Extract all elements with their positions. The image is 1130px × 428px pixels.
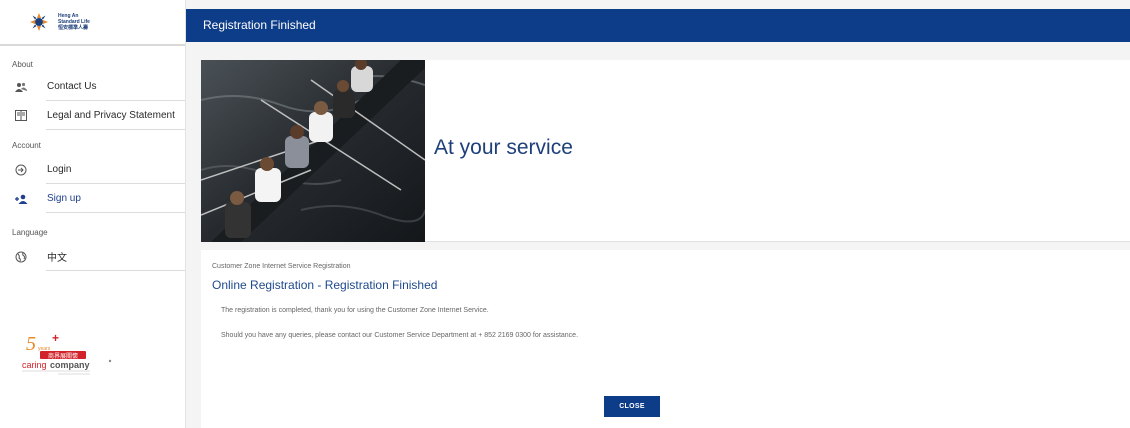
sidebar: Heng An Standard Life 恒安標準人壽 About Conta… — [0, 0, 186, 428]
document-icon — [14, 109, 28, 123]
content-title: Online Registration - Registration Finis… — [212, 278, 438, 292]
svg-text:5: 5 — [26, 333, 36, 355]
breadcrumb: Customer Zone Internet Service Registrat… — [212, 263, 351, 270]
section-label-language: Language — [12, 228, 48, 237]
section-label-account: Account — [12, 141, 41, 150]
sidebar-item-label: Sign up — [47, 193, 81, 204]
sidebar-item-chinese[interactable]: 中文 — [0, 242, 185, 271]
svg-text:+: + — [52, 331, 59, 345]
sidebar-item-label: Login — [47, 164, 72, 175]
badge-cn-text: 商界展關懷 — [48, 352, 78, 360]
close-button[interactable]: CLOSE — [604, 396, 660, 417]
sidebar-item-label: 中文 — [47, 253, 67, 264]
brand-name: Heng An Standard Life 恒安標準人壽 — [58, 13, 90, 31]
add-user-icon — [14, 192, 28, 206]
banner-tagline: At your service — [434, 136, 573, 159]
page-title: Registration Finished — [203, 18, 316, 32]
rowing-team-photo — [201, 60, 425, 242]
sidebar-item-label: Contact Us — [47, 81, 97, 92]
section-label-about: About — [12, 60, 33, 69]
completion-message: The registration is completed, thank you… — [221, 307, 489, 314]
caring-company-logo: 5 years + 商界展關懷 caring company — [18, 328, 118, 376]
globe-icon — [14, 250, 28, 264]
brand-logo[interactable]: Heng An Standard Life 恒安標準人壽 — [0, 0, 185, 46]
divider — [46, 129, 185, 130]
hero-banner: At your service — [201, 60, 1130, 242]
people-icon — [14, 80, 28, 94]
sidebar-item-label: Legal and Privacy Statement — [47, 110, 175, 121]
sidebar-item-legal[interactable]: Legal and Privacy Statement — [0, 101, 185, 130]
login-icon — [14, 163, 28, 177]
sidebar-item-sign-up[interactable]: Sign up — [0, 184, 185, 213]
sidebar-item-contact-us[interactable]: Contact Us — [0, 72, 185, 101]
svg-text:caring: caring — [22, 360, 47, 370]
brand-line-3: 恒安標準人壽 — [58, 25, 89, 31]
company-emblem-icon — [30, 13, 48, 31]
divider — [46, 212, 185, 213]
main-content: Customer Zone Internet Service Registrat… — [201, 250, 1130, 428]
page-header: Registration Finished — [186, 9, 1130, 42]
sidebar-item-login[interactable]: Login — [0, 155, 185, 184]
contact-message: Should you have any queries, please cont… — [221, 332, 579, 339]
svg-text:company: company — [50, 360, 90, 370]
divider — [46, 270, 185, 271]
